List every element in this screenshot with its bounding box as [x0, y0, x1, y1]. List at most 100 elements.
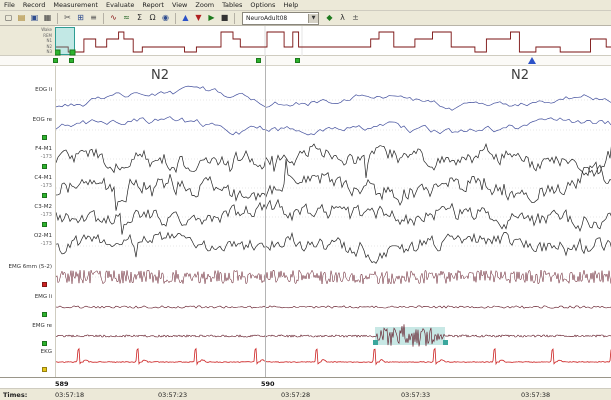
target-icon[interactable]: ◉	[159, 12, 172, 25]
menu-zoom[interactable]: Zoom	[195, 1, 214, 9]
menu-record[interactable]: Record	[23, 1, 45, 9]
channel-indicator	[42, 135, 47, 140]
marker-up-icon[interactable]: ▲	[179, 12, 192, 25]
lambda-icon[interactable]: λ	[336, 12, 349, 25]
print-icon[interactable]: ▦	[41, 12, 54, 25]
scored-event-highlight[interactable]	[375, 327, 445, 345]
event-icon[interactable]: ◆	[323, 12, 336, 25]
chevron-down-icon[interactable]: ▼	[308, 13, 318, 23]
channel-label-c4-m1[interactable]: C4-M1	[34, 175, 52, 181]
channel-label-gutter: EOG li EOG re F4-M1 -173 C4-M1 -173 C3-M2 -173 O…	[0, 66, 55, 377]
toolbar-separator	[57, 12, 58, 24]
channel-label-o2-m1[interactable]: O2-M1	[34, 233, 52, 239]
montage-select[interactable]: NeuroAdult08 ▼	[242, 11, 319, 25]
channel-label-c3-m2[interactable]: C3-M2	[34, 204, 52, 210]
grid-icon[interactable]: ⊞	[74, 12, 87, 25]
stage-axis-n1: N1	[46, 38, 52, 43]
toolbar: ▢ ▤ ▣ ▦ ✂ ⊞ ≡ ∿ ≈ Σ Ω ◉ ▲ ▼ ▶ ■ NeuroAdult08 ▼ ◆ λ ±	[0, 11, 611, 26]
toolbar-separator	[175, 12, 176, 24]
trace-emg-re	[55, 324, 611, 347]
save-icon[interactable]: ▣	[28, 12, 41, 25]
menu-tables[interactable]: Tables	[222, 1, 242, 9]
menu-bar: File Record Measurement Evaluate Report View Z…	[0, 0, 611, 11]
channel-label-eog-re[interactable]: EOG re	[33, 117, 52, 123]
selection-handle-right[interactable]	[69, 49, 76, 56]
channel-scale: -173	[40, 212, 52, 218]
waveform-plot[interactable]: N2 N2	[55, 66, 611, 377]
channel-label-ekg[interactable]: EKG	[41, 349, 52, 355]
waveform-svg	[55, 85, 611, 366]
analysis-sigma-icon[interactable]: Σ	[133, 12, 146, 25]
position-marker-triangle[interactable]	[528, 57, 536, 64]
time-tick: 03:57:38	[521, 391, 551, 399]
selection-handle-left[interactable]	[54, 49, 61, 56]
event-marker-green[interactable]	[53, 58, 58, 63]
channel-label-emg-6mm-5-2[interactable]: EMG 6mm (5-2)	[9, 264, 52, 270]
hypnogram-svg	[54, 26, 611, 56]
trace-emg-6mm-5-2	[55, 269, 611, 285]
stage-axis-n2: N2	[46, 43, 52, 49]
channel-indicator	[42, 312, 47, 317]
epoch-number: 590	[261, 380, 275, 388]
cut-icon[interactable]: ✂	[61, 12, 74, 25]
channel-label-emg-re[interactable]: EMG re	[32, 323, 52, 329]
montage-icon[interactable]: ≡	[87, 12, 100, 25]
montage-select-value: NeuroAdult08	[246, 14, 288, 22]
trace-eog-li	[55, 85, 611, 111]
epoch-number: 589	[55, 380, 69, 388]
menu-file[interactable]: File	[4, 1, 15, 9]
event-handle-right[interactable]	[443, 340, 448, 345]
time-tick: 03:57:18	[55, 391, 85, 399]
hypnogram-trace	[55, 31, 611, 53]
menu-measurement[interactable]: Measurement	[53, 1, 98, 9]
channel-scale: -173	[40, 241, 52, 247]
event-marker-green[interactable]	[295, 58, 300, 63]
channel-indicator	[42, 367, 47, 372]
event-marker-green[interactable]	[256, 58, 261, 63]
channel-scale: -173	[40, 154, 52, 160]
channel-label-f4-m1[interactable]: F4-M1	[35, 146, 52, 152]
play-icon[interactable]: ▶	[205, 12, 218, 25]
time-axis-row: Times: 03:57:18 03:57:23 03:57:28 03:57:33 0…	[0, 388, 611, 400]
event-handle-left[interactable]	[373, 340, 378, 345]
stop-icon[interactable]: ■	[218, 12, 231, 25]
epoch-number-row: 589 590	[0, 377, 611, 388]
new-record-icon[interactable]: ▢	[2, 12, 15, 25]
channel-scale: -173	[40, 183, 52, 189]
marker-down-icon[interactable]: ▼	[192, 12, 205, 25]
channel-indicator	[42, 193, 47, 198]
menu-help[interactable]: Help	[283, 1, 298, 9]
menu-report[interactable]: Report	[142, 1, 164, 9]
trace-c4-m1	[55, 159, 611, 211]
time-tick: 03:57:33	[401, 391, 431, 399]
menu-options[interactable]: Options	[250, 1, 275, 9]
toolbar-separator	[234, 12, 235, 24]
open-record-icon[interactable]: ▤	[15, 12, 28, 25]
channel-label-eog-li[interactable]: EOG li	[35, 87, 52, 93]
filter-icon[interactable]: ≈	[120, 12, 133, 25]
channel-label-emg-li[interactable]: EMG li	[35, 294, 52, 300]
channel-indicator	[42, 341, 47, 346]
menu-view[interactable]: View	[172, 1, 187, 9]
trace-o2-m1	[55, 231, 611, 264]
time-cursor[interactable]	[265, 56, 266, 377]
stage-axis-n3: N3	[46, 49, 52, 54]
toolbar-separator	[103, 12, 104, 24]
impedance-omega-icon[interactable]: Ω	[146, 12, 159, 25]
trace-ekg	[55, 347, 611, 366]
calibrate-icon[interactable]: ±	[349, 12, 362, 25]
time-tick: 03:57:23	[158, 391, 188, 399]
hypnogram-stage-axis: Wake REM N1 N2 N3	[0, 26, 55, 56]
channel-indicator	[42, 222, 47, 227]
event-marker-green[interactable]	[69, 58, 74, 63]
hypnogram-overview[interactable]	[54, 26, 611, 56]
menu-evaluate[interactable]: Evaluate	[106, 1, 134, 9]
stage-label-right: N2	[511, 68, 529, 83]
wave-icon[interactable]: ∿	[107, 12, 120, 25]
stage-label-left: N2	[151, 68, 169, 83]
trace-emg-li	[55, 305, 611, 309]
psg-viewer-window: File Record Measurement Evaluate Report View Z…	[0, 0, 611, 400]
times-label: Times:	[3, 391, 28, 399]
stage-axis-wake: Wake	[41, 27, 52, 32]
event-marker-strip[interactable]	[0, 56, 611, 66]
